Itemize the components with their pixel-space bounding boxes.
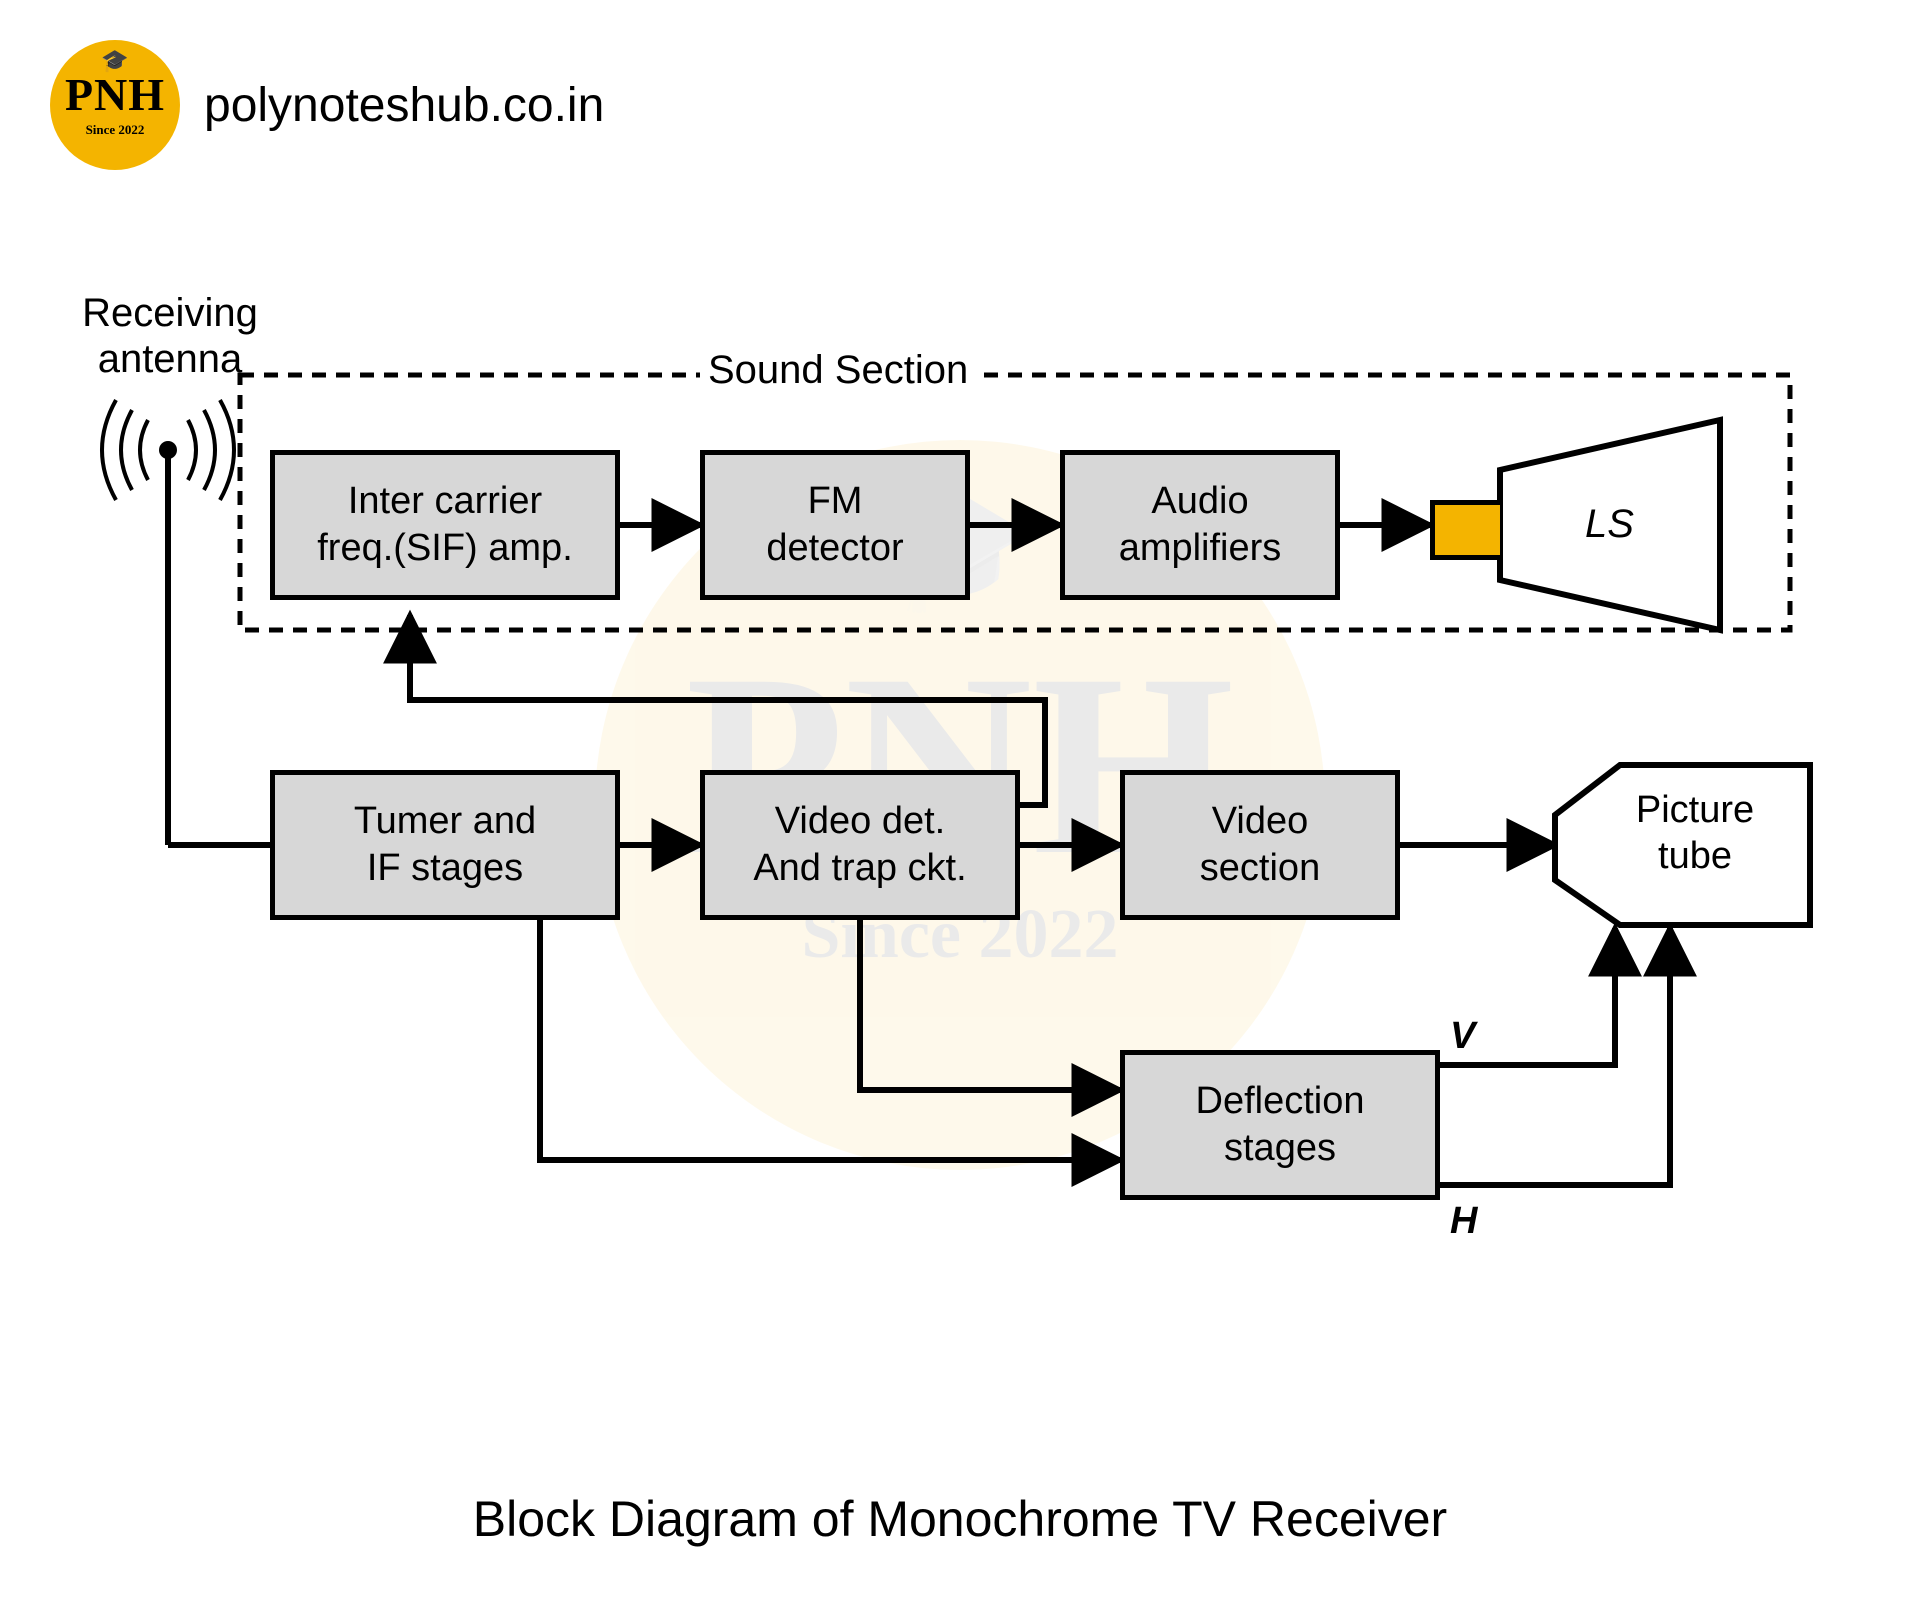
block-sif-amp: Inter carrierfreq.(SIF) amp. [270, 450, 620, 600]
graduation-cap-icon: 🎓 [101, 48, 128, 74]
deflection-h-label: H [1450, 1200, 1477, 1243]
loudspeaker: LS [1430, 450, 1720, 600]
sound-section-label: Sound Section [700, 348, 976, 393]
site-header: 🎓 PNH Since 2022 polynoteshub.co.in [50, 40, 604, 170]
site-url: polynoteshub.co.in [204, 78, 604, 133]
block-audio-amplifiers: Audioamplifiers [1060, 450, 1340, 600]
logo-since: Since 2022 [86, 122, 145, 138]
loudspeaker-label: LS [1585, 502, 1634, 547]
antenna-label: Receivingantenna [70, 290, 270, 382]
block-tuner-if: Tumer andIF stages [270, 770, 620, 920]
block-fm-detector: FMdetector [700, 450, 970, 600]
logo-acronym: PNH [65, 72, 165, 118]
figure-caption: Block Diagram of Monochrome TV Receiver [0, 1490, 1920, 1548]
logo-icon: 🎓 PNH Since 2022 [50, 40, 180, 170]
block-diagram: Receivingantenna Sound Section V H Inter… [60, 320, 1860, 1340]
block-deflection-stages: Deflectionstages [1120, 1050, 1440, 1200]
block-video-section: Videosection [1120, 770, 1400, 920]
loudspeaker-magnet [1430, 500, 1500, 560]
block-video-detector: Video det.And trap ckt. [700, 770, 1020, 920]
picture-tube-label: Picturetube [1585, 788, 1805, 879]
deflection-v-label: V [1450, 1015, 1475, 1058]
